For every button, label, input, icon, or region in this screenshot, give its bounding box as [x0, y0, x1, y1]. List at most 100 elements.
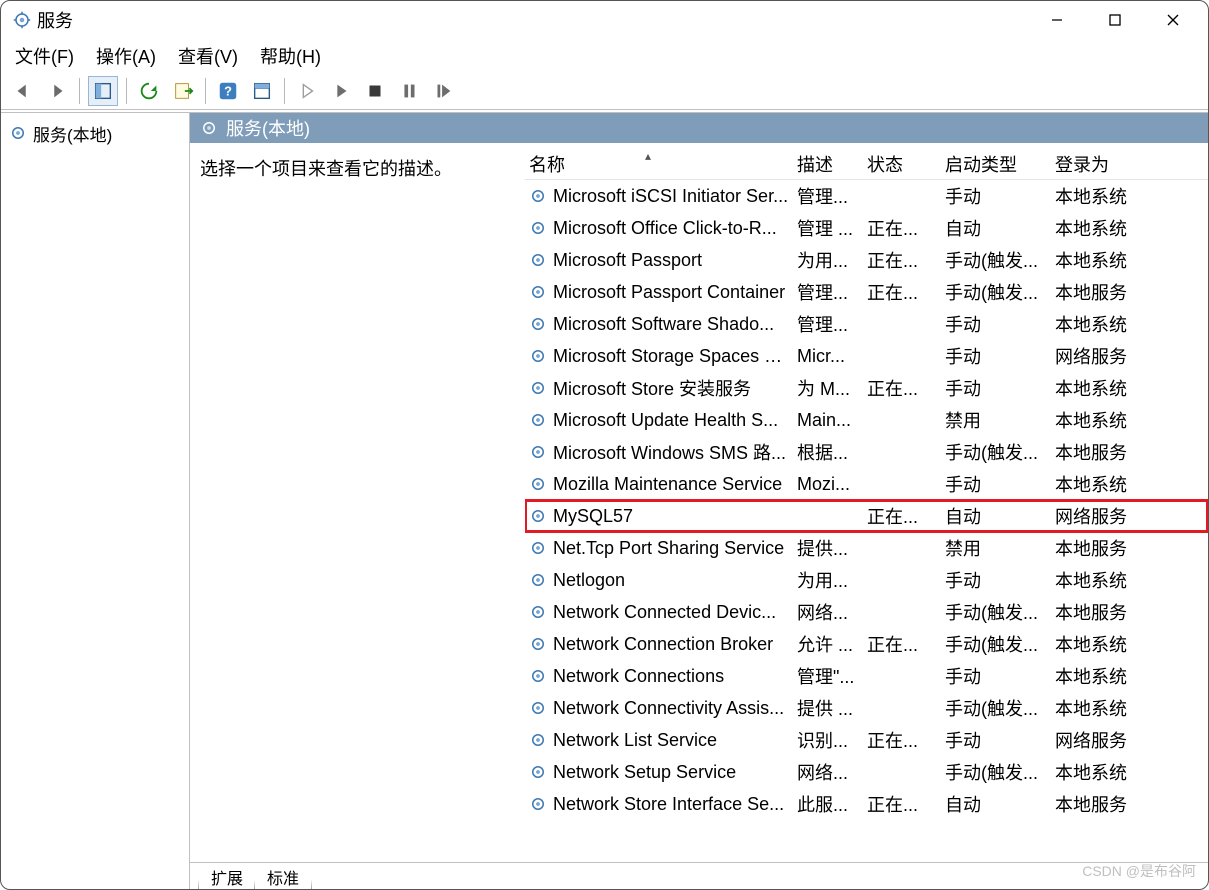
titlebar[interactable]: 服务	[1, 1, 1208, 39]
menu-file[interactable]: 文件(F)	[15, 43, 74, 69]
services-app-icon	[13, 11, 31, 29]
tab-standard[interactable]: 标准	[254, 863, 312, 890]
service-status: 正在...	[867, 215, 945, 241]
csdn-watermark: CSDN @是布谷阿	[1082, 861, 1196, 881]
service-row[interactable]: Microsoft Software Shado...管理...手动本地系统	[525, 308, 1208, 340]
service-name: Network Setup Service	[553, 762, 736, 783]
service-logon: 本地系统	[1055, 407, 1155, 433]
service-row[interactable]: MySQL57正在...自动网络服务	[525, 500, 1208, 532]
service-name: Microsoft Storage Spaces S...	[553, 346, 791, 367]
service-name: Microsoft Software Shado...	[553, 314, 774, 335]
service-startup: 禁用	[945, 535, 1055, 561]
help-button[interactable]: ?	[214, 77, 242, 105]
pause-service-button[interactable]	[395, 77, 423, 105]
service-row[interactable]: Microsoft Office Click-to-R...管理 ...正在..…	[525, 212, 1208, 244]
service-row[interactable]: Net.Tcp Port Sharing Service提供...禁用本地服务	[525, 532, 1208, 564]
service-desc: Micr...	[797, 346, 867, 367]
service-row[interactable]: Microsoft Storage Spaces S...Micr...手动网络…	[525, 340, 1208, 372]
tab-extended[interactable]: 扩展	[198, 863, 256, 890]
service-logon: 本地服务	[1055, 279, 1155, 305]
menu-view[interactable]: 查看(V)	[178, 43, 238, 69]
column-logon-header[interactable]: 登录为	[1055, 151, 1155, 177]
service-name: MySQL57	[553, 506, 633, 527]
service-name: Network Connected Devic...	[553, 602, 776, 623]
service-startup: 手动	[945, 343, 1055, 369]
export-list-button[interactable]	[169, 77, 197, 105]
service-name: Microsoft Office Click-to-R...	[553, 218, 777, 239]
service-row[interactable]: Microsoft Passport Container管理...正在...手动…	[525, 276, 1208, 308]
service-startup: 手动(触发...	[945, 695, 1055, 721]
service-row[interactable]: Network Connected Devic...网络...手动(触发...本…	[525, 596, 1208, 628]
service-row[interactable]: Microsoft iSCSI Initiator Ser...管理...手动本…	[525, 180, 1208, 212]
properties-button[interactable]	[248, 77, 276, 105]
service-row[interactable]: Mozilla Maintenance ServiceMozi...手动本地系统	[525, 468, 1208, 500]
body-area: 服务(本地) 服务(本地) 选择一个项目来查看它的描述。 名称▴ 描述 状态 启…	[1, 112, 1208, 889]
service-row[interactable]: Network Connection Broker允许 ...正在...手动(触…	[525, 628, 1208, 660]
refresh-button[interactable]	[135, 77, 163, 105]
menubar: 文件(F) 操作(A) 查看(V) 帮助(H)	[1, 39, 1208, 73]
service-status: 正在...	[867, 791, 945, 817]
service-logon: 本地系统	[1055, 695, 1155, 721]
tree-item-services-local[interactable]: 服务(本地)	[5, 119, 185, 147]
menu-help[interactable]: 帮助(H)	[260, 43, 321, 69]
service-row[interactable]: Network Store Interface Se...此服...正在...自…	[525, 788, 1208, 820]
tree-item-label: 服务(本地)	[33, 121, 112, 146]
service-row[interactable]: Network Connectivity Assis... 提供 ... 手动(触发…	[525, 692, 1208, 724]
service-row[interactable]: Network Setup Service网络...手动(触发...本地系统	[525, 756, 1208, 788]
right-panel-title: 服务(本地)	[226, 115, 310, 141]
menu-action[interactable]: 操作(A)	[96, 43, 156, 69]
service-logon: 本地服务	[1055, 599, 1155, 625]
description-text: 选择一个项目来查看它的描述。	[200, 159, 452, 179]
column-startup-header[interactable]: 启动类型	[945, 151, 1055, 177]
service-status: 正在...	[867, 247, 945, 273]
service-logon: 网络服务	[1055, 727, 1155, 753]
service-desc: 为用...	[797, 247, 867, 273]
column-headers: 名称▴ 描述 状态 启动类型 登录为	[525, 149, 1208, 180]
service-desc: 网络...	[797, 599, 867, 625]
service-name: Network Connections	[553, 666, 724, 687]
service-startup: 手动	[945, 727, 1055, 753]
service-name: Network List Service	[553, 730, 717, 751]
minimize-button[interactable]	[1028, 2, 1086, 38]
service-logon: 本地系统	[1055, 247, 1155, 273]
start-service-alt-button[interactable]	[327, 77, 355, 105]
service-desc: 管理"...	[797, 663, 867, 689]
service-name: Microsoft Passport Container	[553, 282, 785, 303]
close-button[interactable]	[1144, 2, 1202, 38]
service-desc: 管理...	[797, 311, 867, 337]
service-status: 正在...	[867, 727, 945, 753]
service-status: 正在...	[867, 631, 945, 657]
column-desc-header[interactable]: 描述	[797, 151, 867, 177]
service-row[interactable]: Microsoft Windows SMS 路...根据...手动(触发...本…	[525, 436, 1208, 468]
service-row[interactable]: Microsoft Passport为用...正在...手动(触发...本地系统	[525, 244, 1208, 276]
service-desc: 此服...	[797, 791, 867, 817]
service-logon: 本地服务	[1055, 791, 1155, 817]
show-hide-tree-button[interactable]	[88, 76, 118, 106]
service-logon: 本地系统	[1055, 759, 1155, 785]
service-row[interactable]: Network Connections管理"...手动本地系统	[525, 660, 1208, 692]
column-status-header[interactable]: 状态	[867, 151, 945, 177]
tree-panel: 服务(本地)	[1, 113, 190, 889]
service-row[interactable]: Netlogon为用...手动本地系统	[525, 564, 1208, 596]
service-name: Microsoft iSCSI Initiator Ser...	[553, 186, 788, 207]
nav-forward-button[interactable]	[43, 77, 71, 105]
service-startup: 手动(触发...	[945, 279, 1055, 305]
service-desc: 提供 ...	[797, 695, 867, 721]
service-desc: 提供...	[797, 535, 867, 561]
column-name-header[interactable]: 名称▴	[525, 151, 797, 177]
service-name: Network Connectivity Assis...	[553, 698, 784, 719]
service-row[interactable]: Microsoft Update Health S...Main...禁用本地系…	[525, 404, 1208, 436]
service-name: Microsoft Passport	[553, 250, 702, 271]
service-startup: 手动	[945, 471, 1055, 497]
service-row[interactable]: Microsoft Store 安装服务为 M...正在...手动本地系统	[525, 372, 1208, 404]
nav-back-button[interactable]	[9, 77, 37, 105]
service-startup: 手动(触发...	[945, 439, 1055, 465]
stop-service-button[interactable]	[361, 77, 389, 105]
service-row[interactable]: Network List Service识别...正在...手动网络服务	[525, 724, 1208, 756]
start-service-button[interactable]	[293, 77, 321, 105]
service-startup: 手动	[945, 663, 1055, 689]
maximize-button[interactable]	[1086, 2, 1144, 38]
service-startup: 手动	[945, 567, 1055, 593]
service-desc: 管理...	[797, 279, 867, 305]
restart-service-button[interactable]	[429, 77, 457, 105]
